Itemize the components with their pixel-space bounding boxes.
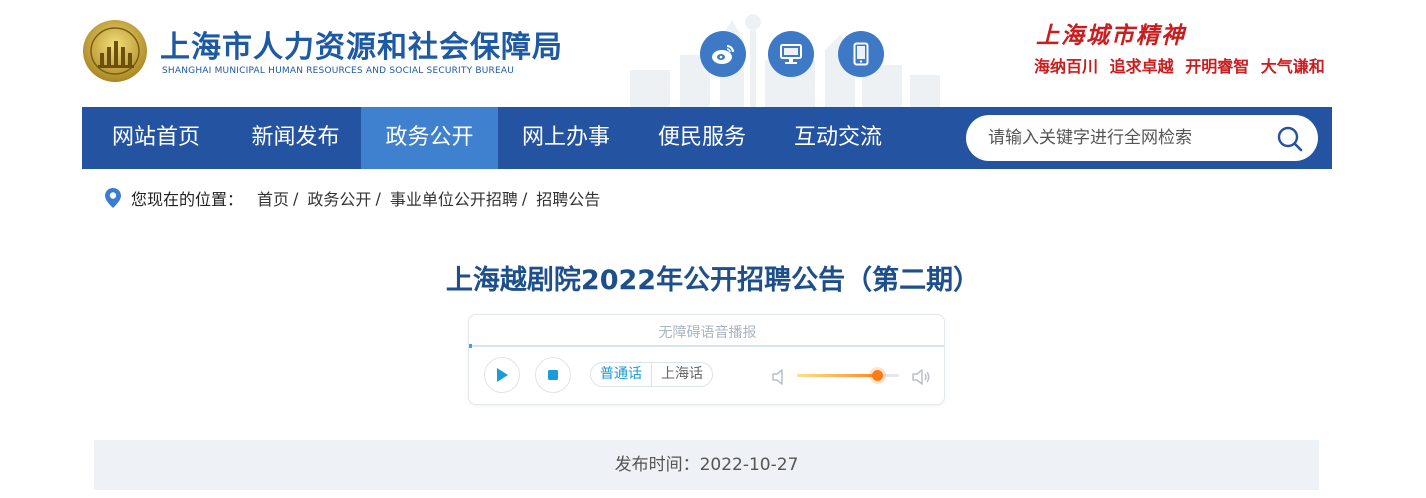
spirit-word: 大气谦和 bbox=[1260, 57, 1325, 76]
article-title: 上海越剧院2022年公开招聘公告（第二期） bbox=[445, 265, 981, 296]
breadcrumb-separator: / bbox=[375, 188, 381, 208]
audio-player: 无障碍语音播报 普通话 上海话 bbox=[468, 314, 945, 405]
progress-track[interactable] bbox=[469, 345, 944, 347]
site-title[interactable]: 上海市人力资源和社会保障局 bbox=[160, 22, 563, 66]
site-title-en: SHANGHAI MUNICIPAL HUMAN RESOURCES AND S… bbox=[162, 66, 515, 76]
nav-item-online-service[interactable]: 网上办事 bbox=[498, 107, 634, 169]
breadcrumb-home[interactable]: 首页 bbox=[257, 186, 289, 210]
breadcrumb-separator: / bbox=[521, 188, 528, 208]
nav-item-news[interactable]: 新闻发布 bbox=[230, 107, 361, 169]
computer-button[interactable] bbox=[768, 31, 814, 77]
volume-knob[interactable] bbox=[871, 370, 883, 381]
bureau-logo[interactable] bbox=[82, 19, 148, 83]
volume-low-icon[interactable] bbox=[769, 367, 789, 387]
progress-marker bbox=[469, 344, 472, 348]
site-header: 上海市人力资源和社会保障局 SHANGHAI MUNICIPAL HUMAN R… bbox=[0, 0, 1426, 107]
volume-fill bbox=[797, 374, 877, 377]
nav-item-gov-affairs[interactable]: 政务公开 bbox=[361, 107, 498, 169]
nav-item-home[interactable]: 网站首页 bbox=[82, 107, 230, 169]
nav-item-public-service[interactable]: 便民服务 bbox=[634, 107, 770, 169]
search-icon[interactable] bbox=[1276, 125, 1304, 153]
location-pin-icon bbox=[105, 188, 121, 208]
breadcrumb-prefix: 您现在的位置： bbox=[131, 190, 244, 209]
nav-item-interaction[interactable]: 互动交流 bbox=[770, 107, 906, 169]
spirit-word: 追求卓越 bbox=[1109, 57, 1174, 76]
search-input[interactable] bbox=[988, 115, 1268, 161]
volume-high-icon[interactable] bbox=[911, 367, 931, 387]
spirit-word: 海纳百川 bbox=[1034, 57, 1099, 76]
breadcrumb: 您现在的位置： 首页 / 政务公开 / 事业单位公开招聘 / 招聘公告 bbox=[104, 186, 600, 210]
main-nav: 网站首页 新闻发布 政务公开 网上办事 便民服务 互动交流 bbox=[82, 107, 1332, 169]
page: 上海市人力资源和社会保障局 SHANGHAI MUNICIPAL HUMAN R… bbox=[0, 0, 1426, 498]
search-box bbox=[966, 115, 1318, 161]
computer-icon bbox=[780, 44, 802, 64]
breadcrumb-separator: / bbox=[293, 188, 299, 208]
weibo-icon bbox=[712, 45, 734, 64]
spirit-word: 开明睿智 bbox=[1185, 57, 1250, 76]
stop-button[interactable] bbox=[535, 357, 571, 393]
mobile-button[interactable] bbox=[838, 31, 884, 77]
city-spirit-words: 海纳百川 追求卓越 开明睿智 大气谦和 bbox=[1034, 53, 1331, 77]
lang-mandarin[interactable]: 普通话 bbox=[591, 363, 652, 386]
play-icon bbox=[497, 368, 508, 382]
lang-shanghainese[interactable]: 上海话 bbox=[652, 363, 712, 386]
play-button[interactable] bbox=[484, 357, 520, 393]
city-spirit-title: 上海城市精神 bbox=[1036, 22, 1186, 49]
weibo-button[interactable] bbox=[700, 31, 746, 77]
volume-slider[interactable] bbox=[797, 370, 899, 381]
stop-icon bbox=[548, 370, 558, 380]
breadcrumb-announcement[interactable]: 招聘公告 bbox=[536, 186, 600, 210]
mobile-icon bbox=[853, 42, 869, 66]
breadcrumb-gov-affairs[interactable]: 政务公开 bbox=[307, 186, 371, 210]
publish-date: 发布时间：2022-10-27 bbox=[94, 440, 1319, 490]
player-label: 无障碍语音播报 bbox=[658, 325, 757, 341]
language-toggle: 普通话 上海话 bbox=[590, 362, 713, 387]
breadcrumb-recruitment[interactable]: 事业单位公开招聘 bbox=[390, 186, 518, 210]
